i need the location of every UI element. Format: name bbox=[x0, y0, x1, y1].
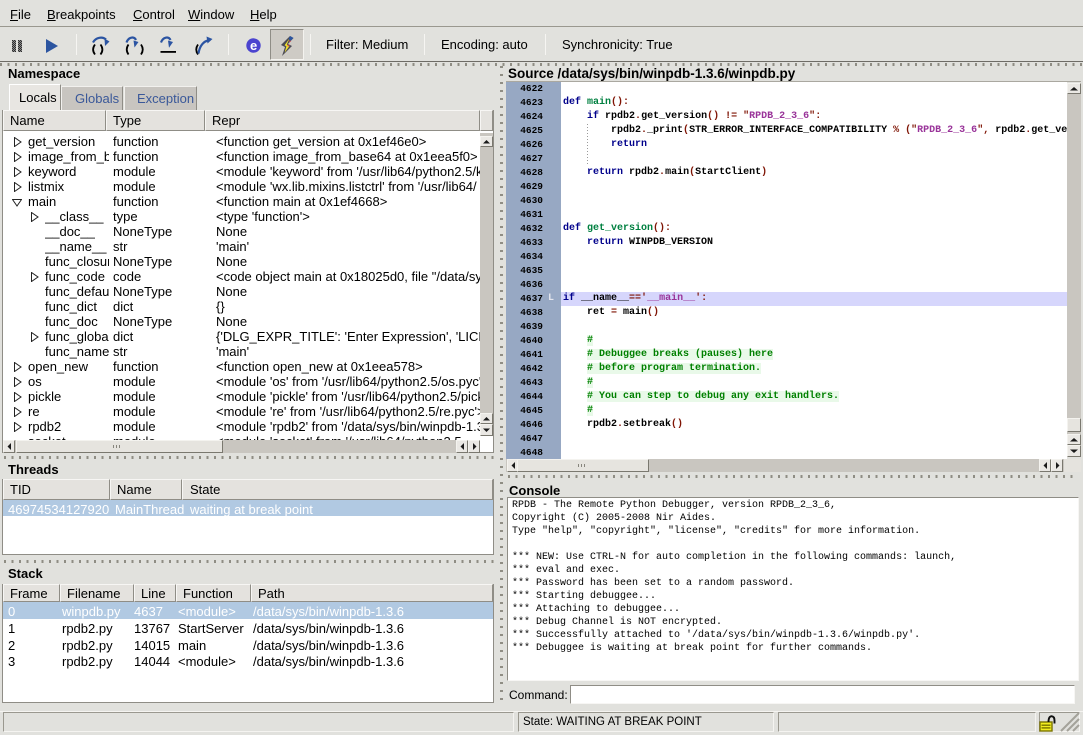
svg-text:e: e bbox=[250, 38, 257, 53]
